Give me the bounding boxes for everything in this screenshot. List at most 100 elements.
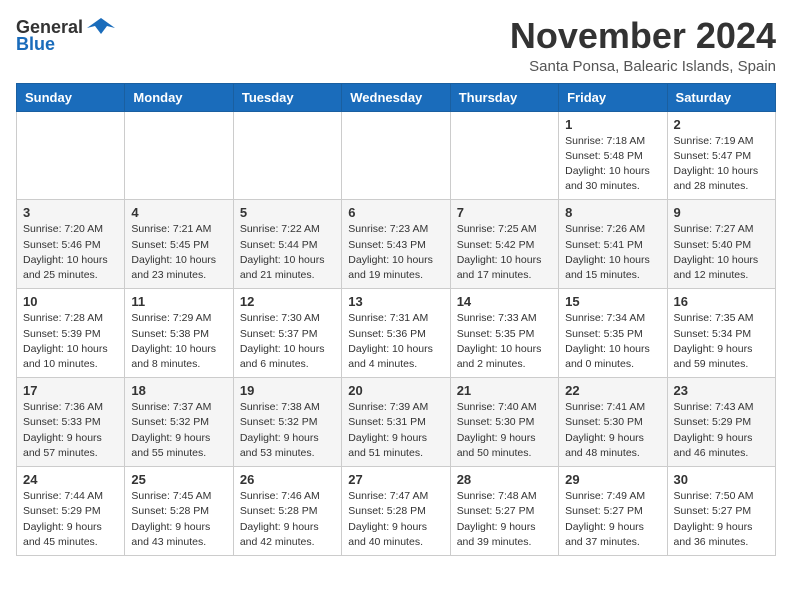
day-number: 15 — [565, 294, 660, 309]
calendar-week-row: 3 Sunrise: 7:20 AM Sunset: 5:46 PM Daylig… — [17, 200, 776, 289]
day-info: Sunrise: 7:48 AM Sunset: 5:27 PM Dayligh… — [457, 489, 552, 550]
day-number: 21 — [457, 383, 552, 398]
col-saturday: Saturday — [667, 83, 775, 111]
day-info: Sunrise: 7:29 AM Sunset: 5:38 PM Dayligh… — [131, 311, 226, 372]
table-row: 15 Sunrise: 7:34 AM Sunset: 5:35 PM Dayli… — [559, 289, 667, 378]
table-row: 23 Sunrise: 7:43 AM Sunset: 5:29 PM Dayli… — [667, 378, 775, 467]
table-row: 3 Sunrise: 7:20 AM Sunset: 5:46 PM Daylig… — [17, 200, 125, 289]
logo: General Blue — [16, 16, 115, 55]
page-title: November 2024 — [510, 16, 776, 56]
day-number: 9 — [674, 205, 769, 220]
table-row — [17, 111, 125, 200]
day-info: Sunrise: 7:47 AM Sunset: 5:28 PM Dayligh… — [348, 489, 443, 550]
table-row: 11 Sunrise: 7:29 AM Sunset: 5:38 PM Dayli… — [125, 289, 233, 378]
day-number: 10 — [23, 294, 118, 309]
day-info: Sunrise: 7:27 AM Sunset: 5:40 PM Dayligh… — [674, 222, 769, 283]
table-row: 16 Sunrise: 7:35 AM Sunset: 5:34 PM Dayli… — [667, 289, 775, 378]
day-number: 8 — [565, 205, 660, 220]
day-number: 30 — [674, 472, 769, 487]
day-info: Sunrise: 7:18 AM Sunset: 5:48 PM Dayligh… — [565, 134, 660, 195]
day-info: Sunrise: 7:28 AM Sunset: 5:39 PM Dayligh… — [23, 311, 118, 372]
day-info: Sunrise: 7:40 AM Sunset: 5:30 PM Dayligh… — [457, 400, 552, 461]
day-number: 24 — [23, 472, 118, 487]
table-row: 27 Sunrise: 7:47 AM Sunset: 5:28 PM Dayli… — [342, 467, 450, 556]
table-row: 18Sunrise: 7:37 AM Sunset: 5:32 PM Dayli… — [125, 378, 233, 467]
day-number: 14 — [457, 294, 552, 309]
table-row: 25 Sunrise: 7:45 AM Sunset: 5:28 PM Dayli… — [125, 467, 233, 556]
day-info: Sunrise: 7:26 AM Sunset: 5:41 PM Dayligh… — [565, 222, 660, 283]
day-number: 29 — [565, 472, 660, 487]
table-row: 2 Sunrise: 7:19 AM Sunset: 5:47 PM Daylig… — [667, 111, 775, 200]
table-row: 5Sunrise: 7:22 AM Sunset: 5:44 PM Daylig… — [233, 200, 341, 289]
calendar-week-row: 17 Sunrise: 7:36 AM Sunset: 5:33 PM Dayli… — [17, 378, 776, 467]
day-info: Sunrise: 7:45 AM Sunset: 5:28 PM Dayligh… — [131, 489, 226, 550]
table-row: 22 Sunrise: 7:41 AM Sunset: 5:30 PM Dayli… — [559, 378, 667, 467]
day-info: Sunrise: 7:34 AM Sunset: 5:35 PM Dayligh… — [565, 311, 660, 372]
calendar-week-row: 1 Sunrise: 7:18 AM Sunset: 5:48 PM Daylig… — [17, 111, 776, 200]
day-number: 1 — [565, 117, 660, 132]
day-info: Sunrise: 7:43 AM Sunset: 5:29 PM Dayligh… — [674, 400, 769, 461]
table-row: 30 Sunrise: 7:50 AM Sunset: 5:27 PM Dayli… — [667, 467, 775, 556]
calendar-week-row: 24 Sunrise: 7:44 AM Sunset: 5:29 PM Dayli… — [17, 467, 776, 556]
table-row: 28 Sunrise: 7:48 AM Sunset: 5:27 PM Dayli… — [450, 467, 558, 556]
table-row: 26Sunrise: 7:46 AM Sunset: 5:28 PM Dayli… — [233, 467, 341, 556]
table-row — [342, 111, 450, 200]
table-row: 21 Sunrise: 7:40 AM Sunset: 5:30 PM Dayli… — [450, 378, 558, 467]
title-block: November 2024 Santa Ponsa, Balearic Isla… — [510, 16, 776, 75]
day-number: 16 — [674, 294, 769, 309]
col-sunday: Sunday — [17, 83, 125, 111]
day-info: Sunrise: 7:36 AM Sunset: 5:33 PM Dayligh… — [23, 400, 118, 461]
col-friday: Friday — [559, 83, 667, 111]
day-number: 23 — [674, 383, 769, 398]
calendar-week-row: 10 Sunrise: 7:28 AM Sunset: 5:39 PM Dayli… — [17, 289, 776, 378]
day-info: Sunrise: 7:20 AM Sunset: 5:46 PM Dayligh… — [23, 222, 118, 283]
day-number: 13 — [348, 294, 443, 309]
day-number: 2 — [674, 117, 769, 132]
day-info: Sunrise: 7:49 AM Sunset: 5:27 PM Dayligh… — [565, 489, 660, 550]
day-info: Sunrise: 7:44 AM Sunset: 5:29 PM Dayligh… — [23, 489, 118, 550]
table-row: 14Sunrise: 7:33 AM Sunset: 5:35 PM Dayli… — [450, 289, 558, 378]
day-number: 18 — [131, 383, 226, 398]
page-header: General Blue November 2024 Santa Ponsa, … — [16, 16, 776, 75]
table-row: 4Sunrise: 7:21 AM Sunset: 5:45 PM Daylig… — [125, 200, 233, 289]
col-tuesday: Tuesday — [233, 83, 341, 111]
table-row: 8 Sunrise: 7:26 AM Sunset: 5:41 PM Daylig… — [559, 200, 667, 289]
calendar-header-row: Sunday Monday Tuesday Wednesday Thursday… — [17, 83, 776, 111]
col-thursday: Thursday — [450, 83, 558, 111]
day-number: 25 — [131, 472, 226, 487]
day-number: 27 — [348, 472, 443, 487]
table-row: 12Sunrise: 7:30 AM Sunset: 5:37 PM Dayli… — [233, 289, 341, 378]
day-info: Sunrise: 7:25 AM Sunset: 5:42 PM Dayligh… — [457, 222, 552, 283]
day-info: Sunrise: 7:41 AM Sunset: 5:30 PM Dayligh… — [565, 400, 660, 461]
table-row — [233, 111, 341, 200]
col-wednesday: Wednesday — [342, 83, 450, 111]
day-number: 11 — [131, 294, 226, 309]
day-number: 3 — [23, 205, 118, 220]
table-row: 19 Sunrise: 7:38 AM Sunset: 5:32 PM Dayli… — [233, 378, 341, 467]
day-info: Sunrise: 7:38 AM Sunset: 5:32 PM Dayligh… — [240, 400, 335, 461]
table-row: 9 Sunrise: 7:27 AM Sunset: 5:40 PM Daylig… — [667, 200, 775, 289]
day-number: 17 — [23, 383, 118, 398]
day-number: 4 — [131, 205, 226, 220]
day-number: 20 — [348, 383, 443, 398]
table-row — [125, 111, 233, 200]
logo-blue-text: Blue — [16, 34, 55, 55]
table-row: 13 Sunrise: 7:31 AM Sunset: 5:36 PM Dayli… — [342, 289, 450, 378]
table-row: 24 Sunrise: 7:44 AM Sunset: 5:29 PM Dayli… — [17, 467, 125, 556]
day-info: Sunrise: 7:19 AM Sunset: 5:47 PM Dayligh… — [674, 134, 769, 195]
logo-bird-icon — [87, 16, 115, 38]
day-info: Sunrise: 7:50 AM Sunset: 5:27 PM Dayligh… — [674, 489, 769, 550]
day-number: 19 — [240, 383, 335, 398]
table-row: 7 Sunrise: 7:25 AM Sunset: 5:42 PM Daylig… — [450, 200, 558, 289]
table-row: 20Sunrise: 7:39 AM Sunset: 5:31 PM Dayli… — [342, 378, 450, 467]
day-number: 5 — [240, 205, 335, 220]
day-number: 6 — [348, 205, 443, 220]
day-number: 28 — [457, 472, 552, 487]
day-number: 22 — [565, 383, 660, 398]
day-number: 7 — [457, 205, 552, 220]
day-number: 26 — [240, 472, 335, 487]
table-row: 17 Sunrise: 7:36 AM Sunset: 5:33 PM Dayli… — [17, 378, 125, 467]
day-info: Sunrise: 7:31 AM Sunset: 5:36 PM Dayligh… — [348, 311, 443, 372]
day-info: Sunrise: 7:23 AM Sunset: 5:43 PM Dayligh… — [348, 222, 443, 283]
day-info: Sunrise: 7:35 AM Sunset: 5:34 PM Dayligh… — [674, 311, 769, 372]
